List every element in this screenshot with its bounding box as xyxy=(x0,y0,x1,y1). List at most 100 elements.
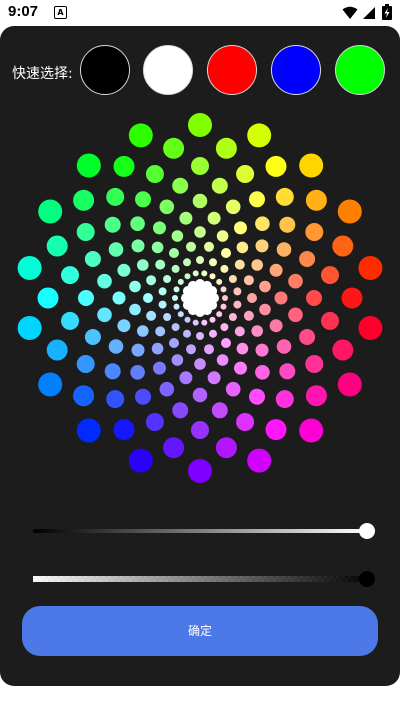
wheel-dot[interactable] xyxy=(220,264,229,273)
wheel-dot[interactable] xyxy=(128,448,153,473)
wheel-dot[interactable] xyxy=(192,387,208,403)
wheel-dot[interactable] xyxy=(201,270,208,277)
wheel-dot[interactable] xyxy=(251,325,263,337)
wheel-dot[interactable] xyxy=(196,332,204,340)
wheel-dot[interactable] xyxy=(171,264,180,273)
wheel-dot[interactable] xyxy=(194,226,206,238)
wheel-dot[interactable] xyxy=(84,251,101,267)
wheel-dot[interactable] xyxy=(188,113,212,137)
wheel-dot[interactable] xyxy=(151,241,164,254)
wheel-dot[interactable] xyxy=(186,241,196,252)
wheel-dot[interactable] xyxy=(216,230,229,242)
wheel-dot[interactable] xyxy=(108,242,124,257)
wheel-dot[interactable] xyxy=(269,263,283,277)
wheel-dot[interactable] xyxy=(249,191,265,208)
wheel-dot[interactable] xyxy=(159,199,175,215)
wheel-dot[interactable] xyxy=(247,293,257,303)
wheel-dot[interactable] xyxy=(247,123,272,148)
wheel-dot[interactable] xyxy=(137,259,149,271)
wheel-dot[interactable] xyxy=(131,343,145,357)
wheel-dot[interactable] xyxy=(155,259,166,270)
wheel-dot[interactable] xyxy=(207,371,221,385)
wheel-dot[interactable] xyxy=(172,402,189,419)
wheel-dot[interactable] xyxy=(188,459,212,483)
wheel-dot[interactable] xyxy=(192,193,208,209)
wheel-dot[interactable] xyxy=(274,291,288,305)
wheel-dot[interactable] xyxy=(209,329,217,338)
wheel-dot[interactable] xyxy=(299,418,324,443)
color-wheel[interactable] xyxy=(0,26,400,686)
wheel-dot[interactable] xyxy=(265,419,287,441)
wheel-dot[interactable] xyxy=(234,221,247,235)
wheel-dot[interactable] xyxy=(255,216,270,231)
wheel-dot[interactable] xyxy=(112,291,126,305)
wheel-dot[interactable] xyxy=(171,354,184,366)
wheel-dot[interactable] xyxy=(151,342,164,355)
wheel-dot[interactable] xyxy=(184,316,191,323)
wheel-dot[interactable] xyxy=(233,300,242,309)
wheel-dot[interactable] xyxy=(184,273,191,280)
wheel-dot[interactable] xyxy=(129,303,141,316)
alpha-slider[interactable] xyxy=(33,571,375,587)
wheel-dot[interactable] xyxy=(191,421,209,439)
wheel-dot[interactable] xyxy=(194,358,206,370)
wheel-dot[interactable] xyxy=(211,177,228,194)
wheel-dot[interactable] xyxy=(130,216,145,231)
wheel-dot[interactable] xyxy=(225,199,241,215)
wheel-dot[interactable] xyxy=(171,230,184,242)
wheel-dot[interactable] xyxy=(220,286,227,293)
wheel-dot[interactable] xyxy=(228,313,237,321)
wheel-dot[interactable] xyxy=(173,286,180,293)
wheel-dot[interactable] xyxy=(236,165,255,183)
wheel-dot[interactable] xyxy=(305,223,324,241)
wheel-dot[interactable] xyxy=(299,153,324,178)
wheel-dot[interactable] xyxy=(158,300,167,309)
wheel-dot[interactable] xyxy=(78,290,94,306)
wheel-dot[interactable] xyxy=(234,326,245,337)
wheel-dot[interactable] xyxy=(259,303,271,316)
wheel-dot[interactable] xyxy=(61,311,79,330)
wheel-dot[interactable] xyxy=(183,258,191,267)
wheel-dot[interactable] xyxy=(159,381,175,397)
wheel-dot[interactable] xyxy=(251,259,263,271)
wheel-dot[interactable] xyxy=(215,437,237,459)
wheel-dot[interactable] xyxy=(209,316,216,323)
wheel-dot[interactable] xyxy=(204,241,214,252)
wheel-dot[interactable] xyxy=(153,221,166,235)
wheel-dot[interactable] xyxy=(255,365,270,380)
wheel-dot[interactable] xyxy=(146,275,157,286)
wheel-dot[interactable] xyxy=(73,189,95,211)
wheel-dot[interactable] xyxy=(279,363,296,380)
wheel-dot[interactable] xyxy=(97,273,112,289)
wheel-dot[interactable] xyxy=(163,313,172,321)
wheel-dot[interactable] xyxy=(173,303,180,310)
wheel-dot[interactable] xyxy=(243,310,254,321)
wheel-dot[interactable] xyxy=(234,259,245,270)
wheel-dot[interactable] xyxy=(192,319,199,326)
wheel-dot[interactable] xyxy=(216,278,223,285)
wheel-dot[interactable] xyxy=(207,211,221,225)
wheel-dot[interactable] xyxy=(46,339,68,361)
wheel-dot[interactable] xyxy=(106,390,125,409)
wheel-dot[interactable] xyxy=(341,287,363,309)
wheel-dot[interactable] xyxy=(177,311,184,318)
wheel-dot[interactable] xyxy=(221,248,231,258)
wheel-dot[interactable] xyxy=(249,388,265,405)
wheel-dot[interactable] xyxy=(228,275,237,283)
wheel-dot[interactable] xyxy=(145,165,164,183)
wheel-dot[interactable] xyxy=(61,266,79,285)
wheel-dot[interactable] xyxy=(186,344,196,355)
wheel-dot[interactable] xyxy=(255,343,269,357)
wheel-dot[interactable] xyxy=(288,273,303,289)
wheel-dot[interactable] xyxy=(305,355,324,373)
wheel-dot[interactable] xyxy=(358,316,383,340)
wheel-dot[interactable] xyxy=(220,303,227,310)
wheel-dot[interactable] xyxy=(305,385,327,407)
wheel-dot[interactable] xyxy=(38,199,63,224)
wheel-dot[interactable] xyxy=(113,155,135,177)
wheel-dot[interactable] xyxy=(135,388,151,405)
wheel-dot[interactable] xyxy=(321,311,339,330)
wheel-dot[interactable] xyxy=(306,290,322,306)
wheel-dot[interactable] xyxy=(275,390,294,409)
wheel-dot[interactable] xyxy=(171,323,180,332)
